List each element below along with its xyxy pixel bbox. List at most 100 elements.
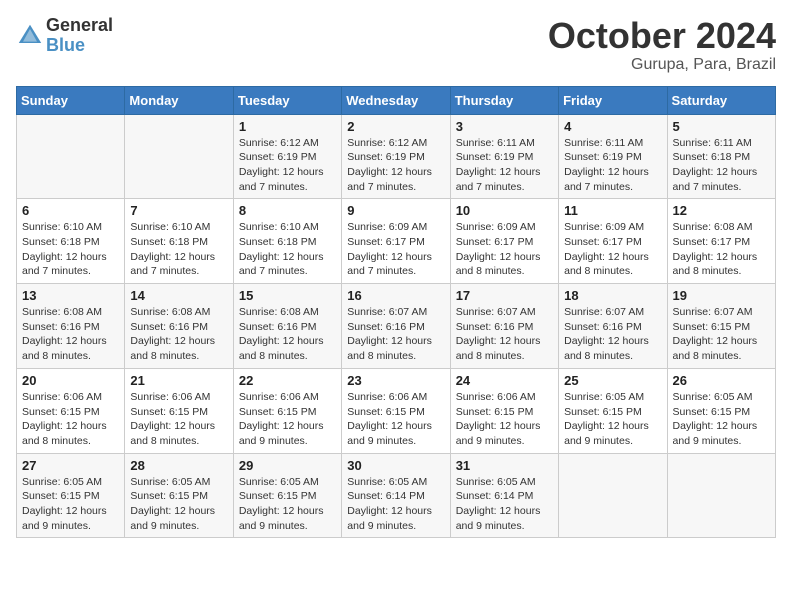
calendar-cell: 6 Sunrise: 6:10 AM Sunset: 6:18 PM Daylig… (17, 199, 125, 284)
calendar-cell: 1 Sunrise: 6:12 AM Sunset: 6:19 PM Daylig… (233, 114, 341, 199)
calendar-week-row: 20 Sunrise: 6:06 AM Sunset: 6:15 PM Dayli… (17, 368, 776, 453)
calendar-table: SundayMondayTuesdayWednesdayThursdayFrid… (16, 86, 776, 539)
calendar-week-row: 13 Sunrise: 6:08 AM Sunset: 6:16 PM Dayli… (17, 284, 776, 369)
day-number: 31 (456, 458, 553, 473)
calendar-cell (17, 114, 125, 199)
day-number: 15 (239, 288, 336, 303)
day-detail: Sunrise: 6:07 AM Sunset: 6:15 PM Dayligh… (673, 305, 770, 364)
calendar-cell (667, 453, 775, 538)
day-detail: Sunrise: 6:12 AM Sunset: 6:19 PM Dayligh… (239, 136, 336, 195)
day-detail: Sunrise: 6:11 AM Sunset: 6:19 PM Dayligh… (564, 136, 661, 195)
calendar-cell: 16Sunrise: 6:07 AM Sunset: 6:16 PM Dayli… (342, 284, 450, 369)
day-number: 14 (130, 288, 227, 303)
calendar-cell (125, 114, 233, 199)
day-number: 10 (456, 203, 553, 218)
day-detail: Sunrise: 6:05 AM Sunset: 6:15 PM Dayligh… (673, 390, 770, 449)
calendar-cell: 25 Sunrise: 6:05 AM Sunset: 6:15 PM Dayli… (559, 368, 667, 453)
calendar-cell: 12 Sunrise: 6:08 AM Sunset: 6:17 PM Dayli… (667, 199, 775, 284)
day-detail: Sunrise: 6:06 AM Sunset: 6:15 PM Dayligh… (239, 390, 336, 449)
calendar-cell: 9 Sunrise: 6:09 AM Sunset: 6:17 PM Daylig… (342, 199, 450, 284)
day-detail: Sunrise: 6:08 AM Sunset: 6:16 PM Dayligh… (239, 305, 336, 364)
calendar-cell: 23 Sunrise: 6:06 AM Sunset: 6:15 PM Dayli… (342, 368, 450, 453)
logo: General Blue (16, 16, 113, 56)
calendar-cell: 22Sunrise: 6:06 AM Sunset: 6:15 PM Dayli… (233, 368, 341, 453)
calendar-cell: 30Sunrise: 6:05 AM Sunset: 6:14 PM Dayli… (342, 453, 450, 538)
logo-text: General Blue (46, 16, 113, 56)
day-number: 26 (673, 373, 770, 388)
day-detail: Sunrise: 6:05 AM Sunset: 6:15 PM Dayligh… (130, 475, 227, 534)
day-number: 18 (564, 288, 661, 303)
day-detail: Sunrise: 6:09 AM Sunset: 6:17 PM Dayligh… (347, 220, 444, 279)
title-block: October 2024 Gurupa, Para, Brazil (548, 16, 776, 74)
day-detail: Sunrise: 6:10 AM Sunset: 6:18 PM Dayligh… (22, 220, 119, 279)
day-detail: Sunrise: 6:06 AM Sunset: 6:15 PM Dayligh… (22, 390, 119, 449)
day-number: 25 (564, 373, 661, 388)
day-number: 4 (564, 119, 661, 134)
calendar-week-row: 27 Sunrise: 6:05 AM Sunset: 6:15 PM Dayli… (17, 453, 776, 538)
calendar-cell: 15 Sunrise: 6:08 AM Sunset: 6:16 PM Dayli… (233, 284, 341, 369)
day-number: 20 (22, 373, 119, 388)
day-number: 21 (130, 373, 227, 388)
day-number: 29 (239, 458, 336, 473)
day-number: 2 (347, 119, 444, 134)
day-detail: Sunrise: 6:07 AM Sunset: 6:16 PM Dayligh… (456, 305, 553, 364)
calendar-cell: 20 Sunrise: 6:06 AM Sunset: 6:15 PM Dayli… (17, 368, 125, 453)
day-detail: Sunrise: 6:08 AM Sunset: 6:16 PM Dayligh… (130, 305, 227, 364)
calendar-cell: 24 Sunrise: 6:06 AM Sunset: 6:15 PM Dayli… (450, 368, 558, 453)
calendar-cell (559, 453, 667, 538)
day-number: 1 (239, 119, 336, 134)
calendar-cell: 2 Sunrise: 6:12 AM Sunset: 6:19 PM Daylig… (342, 114, 450, 199)
calendar-cell: 13 Sunrise: 6:08 AM Sunset: 6:16 PM Dayli… (17, 284, 125, 369)
calendar-cell: 11Sunrise: 6:09 AM Sunset: 6:17 PM Dayli… (559, 199, 667, 284)
day-detail: Sunrise: 6:09 AM Sunset: 6:17 PM Dayligh… (456, 220, 553, 279)
day-detail: Sunrise: 6:10 AM Sunset: 6:18 PM Dayligh… (130, 220, 227, 279)
day-number: 6 (22, 203, 119, 218)
day-number: 12 (673, 203, 770, 218)
day-detail: Sunrise: 6:08 AM Sunset: 6:16 PM Dayligh… (22, 305, 119, 364)
calendar-cell: 14 Sunrise: 6:08 AM Sunset: 6:16 PM Dayli… (125, 284, 233, 369)
page-header: General Blue October 2024 Gurupa, Para, … (16, 16, 776, 74)
calendar-cell: 7 Sunrise: 6:10 AM Sunset: 6:18 PM Daylig… (125, 199, 233, 284)
calendar-cell: 27 Sunrise: 6:05 AM Sunset: 6:15 PM Dayli… (17, 453, 125, 538)
calendar-cell: 8Sunrise: 6:10 AM Sunset: 6:18 PM Daylig… (233, 199, 341, 284)
day-detail: Sunrise: 6:05 AM Sunset: 6:14 PM Dayligh… (456, 475, 553, 534)
weekday-header-row: SundayMondayTuesdayWednesdayThursdayFrid… (17, 86, 776, 114)
day-detail: Sunrise: 6:07 AM Sunset: 6:16 PM Dayligh… (564, 305, 661, 364)
logo-blue-text: Blue (46, 36, 113, 56)
weekday-header-friday: Friday (559, 86, 667, 114)
calendar-cell: 3Sunrise: 6:11 AM Sunset: 6:19 PM Daylig… (450, 114, 558, 199)
day-number: 13 (22, 288, 119, 303)
day-number: 24 (456, 373, 553, 388)
day-number: 27 (22, 458, 119, 473)
day-detail: Sunrise: 6:09 AM Sunset: 6:17 PM Dayligh… (564, 220, 661, 279)
calendar-cell: 21Sunrise: 6:06 AM Sunset: 6:15 PM Dayli… (125, 368, 233, 453)
day-number: 23 (347, 373, 444, 388)
weekday-header-monday: Monday (125, 86, 233, 114)
calendar-cell: 17 Sunrise: 6:07 AM Sunset: 6:16 PM Dayli… (450, 284, 558, 369)
month-title: October 2024 (548, 16, 776, 56)
day-detail: Sunrise: 6:05 AM Sunset: 6:15 PM Dayligh… (564, 390, 661, 449)
calendar-cell: 26 Sunrise: 6:05 AM Sunset: 6:15 PM Dayli… (667, 368, 775, 453)
day-detail: Sunrise: 6:06 AM Sunset: 6:15 PM Dayligh… (347, 390, 444, 449)
weekday-header-sunday: Sunday (17, 86, 125, 114)
calendar-week-row: 1 Sunrise: 6:12 AM Sunset: 6:19 PM Daylig… (17, 114, 776, 199)
day-number: 3 (456, 119, 553, 134)
calendar-cell: 18 Sunrise: 6:07 AM Sunset: 6:16 PM Dayli… (559, 284, 667, 369)
day-detail: Sunrise: 6:12 AM Sunset: 6:19 PM Dayligh… (347, 136, 444, 195)
day-number: 9 (347, 203, 444, 218)
day-number: 17 (456, 288, 553, 303)
calendar-week-row: 6 Sunrise: 6:10 AM Sunset: 6:18 PM Daylig… (17, 199, 776, 284)
day-detail: Sunrise: 6:05 AM Sunset: 6:15 PM Dayligh… (239, 475, 336, 534)
day-number: 5 (673, 119, 770, 134)
calendar-cell: 28Sunrise: 6:05 AM Sunset: 6:15 PM Dayli… (125, 453, 233, 538)
weekday-header-tuesday: Tuesday (233, 86, 341, 114)
day-detail: Sunrise: 6:05 AM Sunset: 6:15 PM Dayligh… (22, 475, 119, 534)
day-detail: Sunrise: 6:08 AM Sunset: 6:17 PM Dayligh… (673, 220, 770, 279)
logo-general-text: General (46, 16, 113, 36)
weekday-header-thursday: Thursday (450, 86, 558, 114)
day-number: 8 (239, 203, 336, 218)
day-detail: Sunrise: 6:06 AM Sunset: 6:15 PM Dayligh… (456, 390, 553, 449)
weekday-header-saturday: Saturday (667, 86, 775, 114)
day-number: 16 (347, 288, 444, 303)
day-number: 7 (130, 203, 227, 218)
